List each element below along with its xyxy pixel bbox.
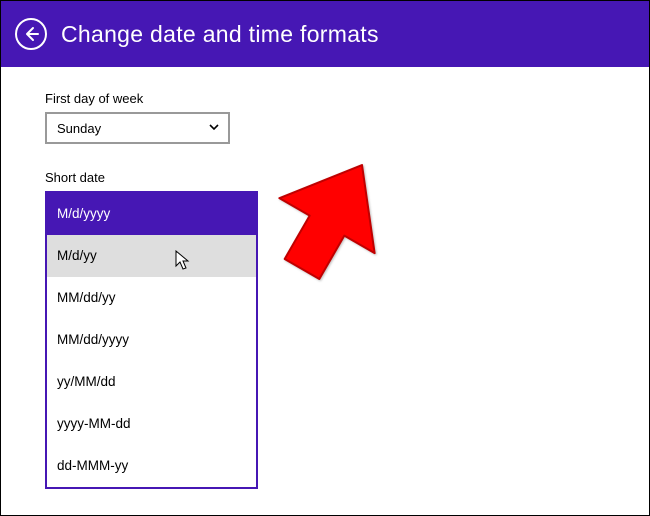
short-date-options-list: M/d/yyyy M/d/yy MM/dd/yy MM/dd/yyyy yy/M… <box>45 191 258 489</box>
short-date-label: Short date <box>45 170 605 185</box>
chevron-down-icon <box>208 120 220 136</box>
first-day-label: First day of week <box>45 91 605 106</box>
first-day-section: First day of week Sunday <box>45 91 605 144</box>
page-title: Change date and time formats <box>61 21 379 48</box>
first-day-value: Sunday <box>57 121 101 136</box>
back-arrow-icon <box>23 26 39 42</box>
window-frame: Change date and time formats First day o… <box>0 0 650 516</box>
short-date-option-1[interactable]: M/d/yy <box>47 235 256 277</box>
first-day-select[interactable]: Sunday <box>45 112 230 144</box>
short-date-option-3[interactable]: MM/dd/yyyy <box>47 319 256 361</box>
short-date-option-6[interactable]: dd-MMM-yy <box>47 445 256 487</box>
short-date-option-0[interactable]: M/d/yyyy <box>47 193 256 235</box>
short-date-section: Short date M/d/yyyy M/d/yy MM/dd/yy MM/d… <box>45 170 605 185</box>
short-date-option-2[interactable]: MM/dd/yy <box>47 277 256 319</box>
short-date-option-5[interactable]: yyyy-MM-dd <box>47 403 256 445</box>
header-bar: Change date and time formats <box>1 1 649 67</box>
short-date-option-4[interactable]: yy/MM/dd <box>47 361 256 403</box>
back-button[interactable] <box>15 18 47 50</box>
content-area: First day of week Sunday Short date M/d/… <box>1 67 649 235</box>
